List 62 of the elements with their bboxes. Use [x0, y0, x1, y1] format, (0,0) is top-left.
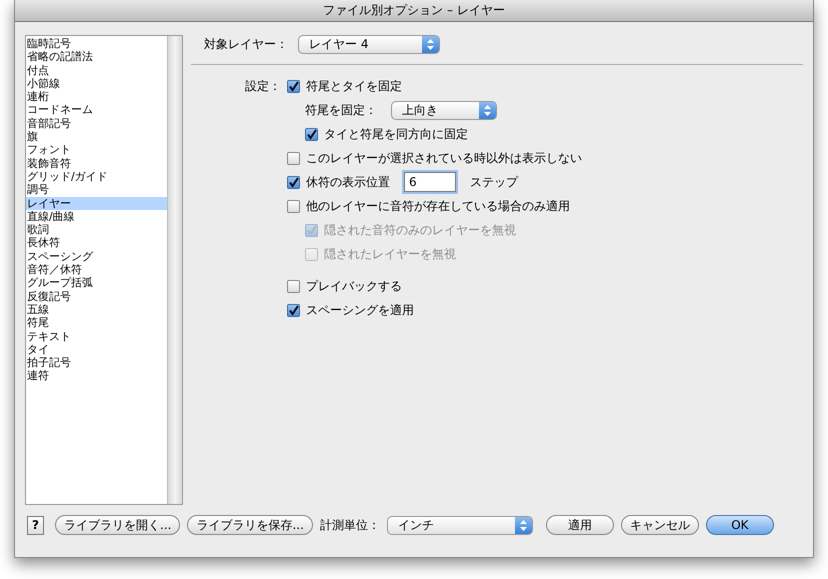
- sidebar-item[interactable]: 五線: [26, 302, 167, 316]
- sidebar-item[interactable]: 直線/曲線: [26, 210, 167, 224]
- checkbox[interactable]: [287, 200, 300, 212]
- sidebar-item[interactable]: 長休符: [26, 236, 167, 250]
- checkbox[interactable]: [287, 304, 300, 316]
- target-layer-select[interactable]: レイヤー 4: [298, 34, 440, 54]
- cancel-button[interactable]: キャンセル: [620, 515, 699, 535]
- apply-button[interactable]: 適用: [546, 515, 614, 535]
- sidebar-item[interactable]: 音符／休符: [26, 263, 167, 276]
- sidebar-item[interactable]: 連桁: [26, 90, 167, 104]
- checkbox-label: 休符の表示位置: [306, 174, 390, 190]
- sidebar-item[interactable]: 反復記号: [26, 290, 167, 303]
- stem-direction-select[interactable]: 上向き: [391, 100, 497, 120]
- checkbox[interactable]: [305, 128, 318, 140]
- select-label: 符尾を固定：: [305, 102, 377, 118]
- sidebar-item[interactable]: 拍子記号: [26, 356, 167, 370]
- unit-select[interactable]: インチ: [386, 516, 533, 534]
- sidebar-item[interactable]: 旗: [26, 130, 167, 144]
- checkbox[interactable]: [287, 80, 300, 92]
- up-down-arrows-icon: [484, 104, 491, 116]
- scrollbar[interactable]: [167, 36, 182, 504]
- checkbox-label: タイと符尾を同方向に固定: [324, 126, 468, 142]
- help-button[interactable]: ?: [27, 516, 44, 534]
- up-down-arrows-icon: [520, 520, 527, 530]
- sidebar-item[interactable]: スペーシング: [26, 250, 167, 264]
- checkbox[interactable]: [287, 152, 300, 164]
- checkbox[interactable]: [287, 176, 300, 188]
- sidebar-item[interactable]: 符尾: [26, 316, 167, 330]
- sidebar-item[interactable]: 装飾音符: [26, 156, 167, 170]
- sidebar-item[interactable]: グループ括弧: [26, 276, 167, 290]
- sidebar-item[interactable]: タイ: [26, 342, 167, 356]
- window-title: ファイル別オプション – レイヤー: [15, 0, 813, 22]
- checkbox-label: このレイヤーが選択されている時以外は表示しない: [306, 150, 582, 166]
- sidebar-item[interactable]: 連符: [26, 369, 167, 383]
- checkbox-label: 符尾とタイを固定: [306, 78, 402, 94]
- sidebar-item[interactable]: 小節線: [26, 76, 167, 90]
- target-layer-label: 対象レイヤー：: [204, 36, 288, 52]
- checkbox-label: プレイバックする: [306, 278, 402, 294]
- sidebar-item[interactable]: 臨時記号: [26, 37, 167, 50]
- sidebar-item[interactable]: 付点: [26, 64, 167, 77]
- up-down-arrows-icon: [427, 38, 434, 50]
- sidebar-item[interactable]: 音部記号: [26, 116, 167, 130]
- sidebar-item[interactable]: 歌詞: [26, 223, 167, 236]
- open-library-button[interactable]: ライブラリを開く...: [55, 515, 180, 535]
- sidebar-item[interactable]: 調号: [26, 183, 167, 197]
- sidebar-item[interactable]: レイヤー: [26, 196, 167, 210]
- sidebar-item[interactable]: 省略の記譜法: [26, 50, 167, 64]
- save-library-button[interactable]: ライブラリを保存...: [187, 515, 313, 535]
- rest-position-field[interactable]: 6: [404, 172, 456, 192]
- checkbox-label: 隠された音符のみのレイヤーを無視: [324, 222, 516, 238]
- ok-button[interactable]: OK: [706, 515, 774, 535]
- sidebar-item[interactable]: フォント: [26, 143, 167, 157]
- checkbox[interactable]: [287, 280, 300, 292]
- checkbox-label: スペーシングを適用: [306, 302, 414, 318]
- sidebar-item[interactable]: コードネーム: [26, 103, 167, 117]
- sidebar-item[interactable]: グリッド/ガイド: [26, 170, 167, 184]
- checkbox-label: 隠されたレイヤーを無視: [324, 246, 456, 262]
- sidebar-item[interactable]: テキスト: [26, 330, 167, 343]
- checkbox-label: 他のレイヤーに音符が存在している場合のみ適用: [306, 198, 570, 214]
- unit-label: ステップ: [470, 174, 518, 190]
- unit-label: 計測単位：: [320, 516, 380, 534]
- settings-label: 設定：: [245, 78, 281, 94]
